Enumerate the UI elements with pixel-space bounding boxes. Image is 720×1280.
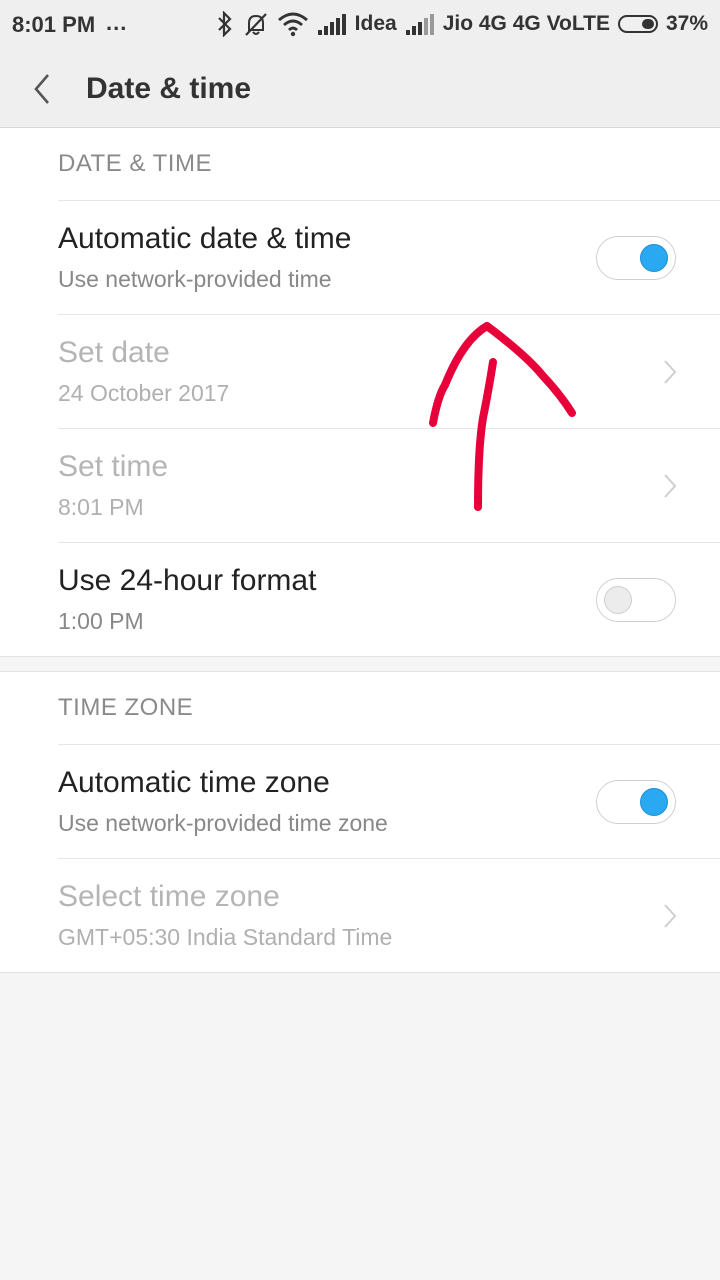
automatic-time-zone-toggle[interactable] — [596, 780, 676, 824]
set-date-row[interactable]: Set date 24 October 2017 — [0, 314, 720, 428]
bluetooth-icon — [217, 11, 232, 37]
status-bar: 8:01 PM ... Idea Jio 4G 4G VoLTE 37% — [0, 0, 720, 50]
app-header: Date & time — [0, 50, 720, 128]
select-time-zone-row[interactable]: Select time zone GMT+05:30 India Standar… — [0, 858, 720, 972]
set-time-value: 8:01 PM — [58, 494, 144, 520]
use-24-hour-format-title: Use 24-hour format — [58, 564, 317, 597]
battery-icon — [617, 15, 658, 33]
chevron-right-icon — [664, 360, 677, 384]
chevron-left-icon[interactable] — [28, 70, 58, 108]
bell-off-icon — [244, 13, 267, 36]
toggle-knob — [640, 788, 668, 816]
select-time-zone-value: GMT+05:30 India Standard Time — [58, 924, 393, 950]
divider — [58, 314, 720, 315]
time-zone-section: TIME ZONE Automatic time zone Use networ… — [0, 671, 720, 973]
battery-percent: 37% — [665, 12, 708, 35]
page-title: Date & time — [86, 72, 252, 105]
automatic-time-zone-subtitle: Use network-provided time zone — [58, 810, 388, 836]
automatic-date-time-title: Automatic date & time — [58, 222, 352, 255]
status-time: 8:01 PM — [12, 12, 96, 37]
automatic-date-time-subtitle: Use network-provided time — [58, 266, 332, 292]
wifi-icon — [277, 12, 308, 37]
battery-level-fill — [641, 19, 654, 29]
set-date-title: Set date — [58, 336, 170, 369]
chevron-right-icon — [664, 474, 677, 498]
status-icons: Idea Jio 4G 4G VoLTE 37% — [215, 11, 708, 37]
section-header-date-time: DATE & TIME — [58, 150, 212, 177]
set-date-value: 24 October 2017 — [58, 380, 230, 406]
signal-icon — [317, 14, 346, 35]
date-time-section: DATE & TIME Automatic date & time Use ne… — [0, 128, 720, 657]
toggle-knob — [640, 244, 668, 272]
divider — [58, 744, 720, 745]
divider — [58, 200, 720, 201]
set-time-row[interactable]: Set time 8:01 PM — [0, 428, 720, 542]
divider — [58, 858, 720, 859]
carrier-jio: Jio 4G 4G VoLTE — [442, 12, 610, 35]
select-time-zone-title: Select time zone — [58, 880, 280, 913]
divider — [58, 428, 720, 429]
automatic-date-time-toggle[interactable] — [596, 236, 676, 280]
use-24-hour-format-toggle[interactable] — [596, 578, 676, 622]
set-time-title: Set time — [58, 450, 169, 483]
status-more-dots: ... — [106, 10, 128, 35]
section-header-time-zone: TIME ZONE — [58, 694, 194, 721]
automatic-date-time-row[interactable]: Automatic date & time Use network-provid… — [0, 200, 720, 314]
toggle-knob — [604, 586, 632, 614]
chevron-right-icon — [664, 904, 677, 928]
automatic-time-zone-row[interactable]: Automatic time zone Use network-provided… — [0, 744, 720, 858]
use-24-hour-format-row[interactable]: Use 24-hour format 1:00 PM — [0, 542, 720, 656]
use-24-hour-format-example: 1:00 PM — [58, 608, 144, 634]
carrier-idea: Idea — [354, 12, 397, 35]
signal-icon — [405, 14, 434, 35]
automatic-time-zone-title: Automatic time zone — [58, 766, 330, 799]
divider — [58, 542, 720, 543]
